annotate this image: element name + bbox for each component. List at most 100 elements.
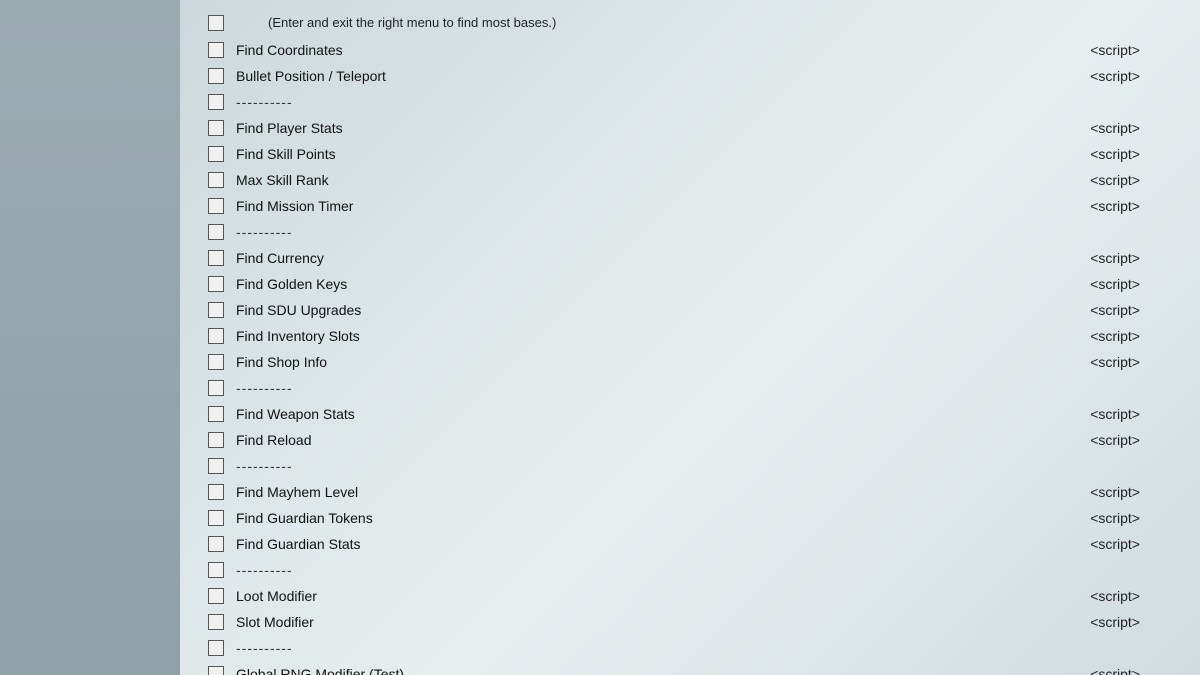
script-find-skill-points: <script> <box>1090 146 1180 162</box>
script-loot-modifier: <script> <box>1090 588 1180 604</box>
checkbox-sep1[interactable] <box>208 94 224 110</box>
label-find-inventory-slots: Find Inventory Slots <box>232 328 1090 344</box>
label-find-reload: Find Reload <box>232 432 1090 448</box>
list-row-find-reload: Find Reload<script> <box>200 427 1180 453</box>
list-row-sep5: ---------- <box>200 557 1180 583</box>
separator-label-sep2: ---------- <box>232 224 1180 240</box>
script-find-player-stats: <script> <box>1090 120 1180 136</box>
list-row-find-inventory-slots: Find Inventory Slots<script> <box>200 323 1180 349</box>
script-find-mission-timer: <script> <box>1090 198 1180 214</box>
checkbox-bullet-position[interactable] <box>208 68 224 84</box>
checkbox-sep2[interactable] <box>208 224 224 240</box>
checkbox-find-player-stats[interactable] <box>208 120 224 136</box>
checkbox-find-shop-info[interactable] <box>208 354 224 370</box>
script-max-skill-rank: <script> <box>1090 172 1180 188</box>
label-find-golden-keys: Find Golden Keys <box>232 276 1090 292</box>
script-find-guardian-stats: <script> <box>1090 536 1180 552</box>
checkbox-find-golden-keys[interactable] <box>208 276 224 292</box>
checkbox-find-reload[interactable] <box>208 432 224 448</box>
list-row-sep1: ---------- <box>200 89 1180 115</box>
label-find-skill-points: Find Skill Points <box>232 146 1090 162</box>
label-max-skill-rank: Max Skill Rank <box>232 172 1090 188</box>
sidebar <box>0 0 180 675</box>
list-row-find-currency: Find Currency<script> <box>200 245 1180 271</box>
checkbox-find-guardian-tokens[interactable] <box>208 510 224 526</box>
list-row-find-mayhem-level: Find Mayhem Level<script> <box>200 479 1180 505</box>
separator-label-sep4: ---------- <box>232 458 1180 474</box>
checkbox-loot-modifier[interactable] <box>208 588 224 604</box>
label-find-sdu-upgrades: Find SDU Upgrades <box>232 302 1090 318</box>
rows-container: Find Coordinates<script>Bullet Position … <box>200 37 1180 675</box>
script-find-golden-keys: <script> <box>1090 276 1180 292</box>
script-find-mayhem-level: <script> <box>1090 484 1180 500</box>
label-find-coordinates: Find Coordinates <box>232 42 1090 58</box>
script-find-currency: <script> <box>1090 250 1180 266</box>
checkbox-find-weapon-stats[interactable] <box>208 406 224 422</box>
checkbox-find-skill-points[interactable] <box>208 146 224 162</box>
intro-text: (Enter and exit the right menu to find m… <box>232 11 556 34</box>
list-row-find-weapon-stats: Find Weapon Stats<script> <box>200 401 1180 427</box>
list-row-find-mission-timer: Find Mission Timer<script> <box>200 193 1180 219</box>
list-row-find-shop-info: Find Shop Info<script> <box>200 349 1180 375</box>
script-find-coordinates: <script> <box>1090 42 1180 58</box>
checkbox-find-mayhem-level[interactable] <box>208 484 224 500</box>
label-slot-modifier: Slot Modifier <box>232 614 1090 630</box>
label-find-guardian-tokens: Find Guardian Tokens <box>232 510 1090 526</box>
list-row-find-coordinates: Find Coordinates<script> <box>200 37 1180 63</box>
list-row-find-guardian-tokens: Find Guardian Tokens<script> <box>200 505 1180 531</box>
script-find-weapon-stats: <script> <box>1090 406 1180 422</box>
script-global-rng-modifier: <script> <box>1090 666 1180 675</box>
label-find-guardian-stats: Find Guardian Stats <box>232 536 1090 552</box>
list-row-sep2: ---------- <box>200 219 1180 245</box>
list-row-loot-modifier: Loot Modifier<script> <box>200 583 1180 609</box>
checkbox-find-guardian-stats[interactable] <box>208 536 224 552</box>
script-find-sdu-upgrades: <script> <box>1090 302 1180 318</box>
checkbox-max-skill-rank[interactable] <box>208 172 224 188</box>
list-row-find-sdu-upgrades: Find SDU Upgrades<script> <box>200 297 1180 323</box>
separator-label-sep3: ---------- <box>232 380 1180 396</box>
list-row-sep6: ---------- <box>200 635 1180 661</box>
checkbox-find-coordinates[interactable] <box>208 42 224 58</box>
separator-label-sep5: ---------- <box>232 562 1180 578</box>
label-loot-modifier: Loot Modifier <box>232 588 1090 604</box>
separator-label-sep1: ---------- <box>232 94 1180 110</box>
list-row-sep3: ---------- <box>200 375 1180 401</box>
checkbox-sep3[interactable] <box>208 380 224 396</box>
list-row-global-rng-modifier: Global RNG Modifier (Test)<script> <box>200 661 1180 675</box>
label-find-shop-info: Find Shop Info <box>232 354 1090 370</box>
list-row-find-golden-keys: Find Golden Keys<script> <box>200 271 1180 297</box>
list-row-sep4: ---------- <box>200 453 1180 479</box>
list-row-max-skill-rank: Max Skill Rank<script> <box>200 167 1180 193</box>
checkbox-slot-modifier[interactable] <box>208 614 224 630</box>
label-find-weapon-stats: Find Weapon Stats <box>232 406 1090 422</box>
checkbox-global-rng-modifier[interactable] <box>208 666 224 675</box>
list-row-find-skill-points: Find Skill Points<script> <box>200 141 1180 167</box>
checkbox-find-currency[interactable] <box>208 250 224 266</box>
label-global-rng-modifier: Global RNG Modifier (Test) <box>232 666 1090 675</box>
content-area: (Enter and exit the right menu to find m… <box>180 0 1200 675</box>
checkbox-sep6[interactable] <box>208 640 224 656</box>
script-find-reload: <script> <box>1090 432 1180 448</box>
script-find-shop-info: <script> <box>1090 354 1180 370</box>
list-row-find-guardian-stats: Find Guardian Stats<script> <box>200 531 1180 557</box>
checkbox-find-mission-timer[interactable] <box>208 198 224 214</box>
separator-label-sep6: ---------- <box>232 640 1180 656</box>
label-find-currency: Find Currency <box>232 250 1090 266</box>
intro-row: (Enter and exit the right menu to find m… <box>200 8 1180 37</box>
list-row-find-player-stats: Find Player Stats<script> <box>200 115 1180 141</box>
list-row-bullet-position: Bullet Position / Teleport<script> <box>200 63 1180 89</box>
list-row-slot-modifier: Slot Modifier<script> <box>200 609 1180 635</box>
intro-checkbox[interactable] <box>208 15 224 31</box>
checkbox-find-inventory-slots[interactable] <box>208 328 224 344</box>
checkbox-find-sdu-upgrades[interactable] <box>208 302 224 318</box>
checkbox-sep5[interactable] <box>208 562 224 578</box>
script-find-inventory-slots: <script> <box>1090 328 1180 344</box>
label-bullet-position: Bullet Position / Teleport <box>232 68 1090 84</box>
label-find-mayhem-level: Find Mayhem Level <box>232 484 1090 500</box>
label-find-player-stats: Find Player Stats <box>232 120 1090 136</box>
script-bullet-position: <script> <box>1090 68 1180 84</box>
script-slot-modifier: <script> <box>1090 614 1180 630</box>
checkbox-sep4[interactable] <box>208 458 224 474</box>
script-find-guardian-tokens: <script> <box>1090 510 1180 526</box>
label-find-mission-timer: Find Mission Timer <box>232 198 1090 214</box>
